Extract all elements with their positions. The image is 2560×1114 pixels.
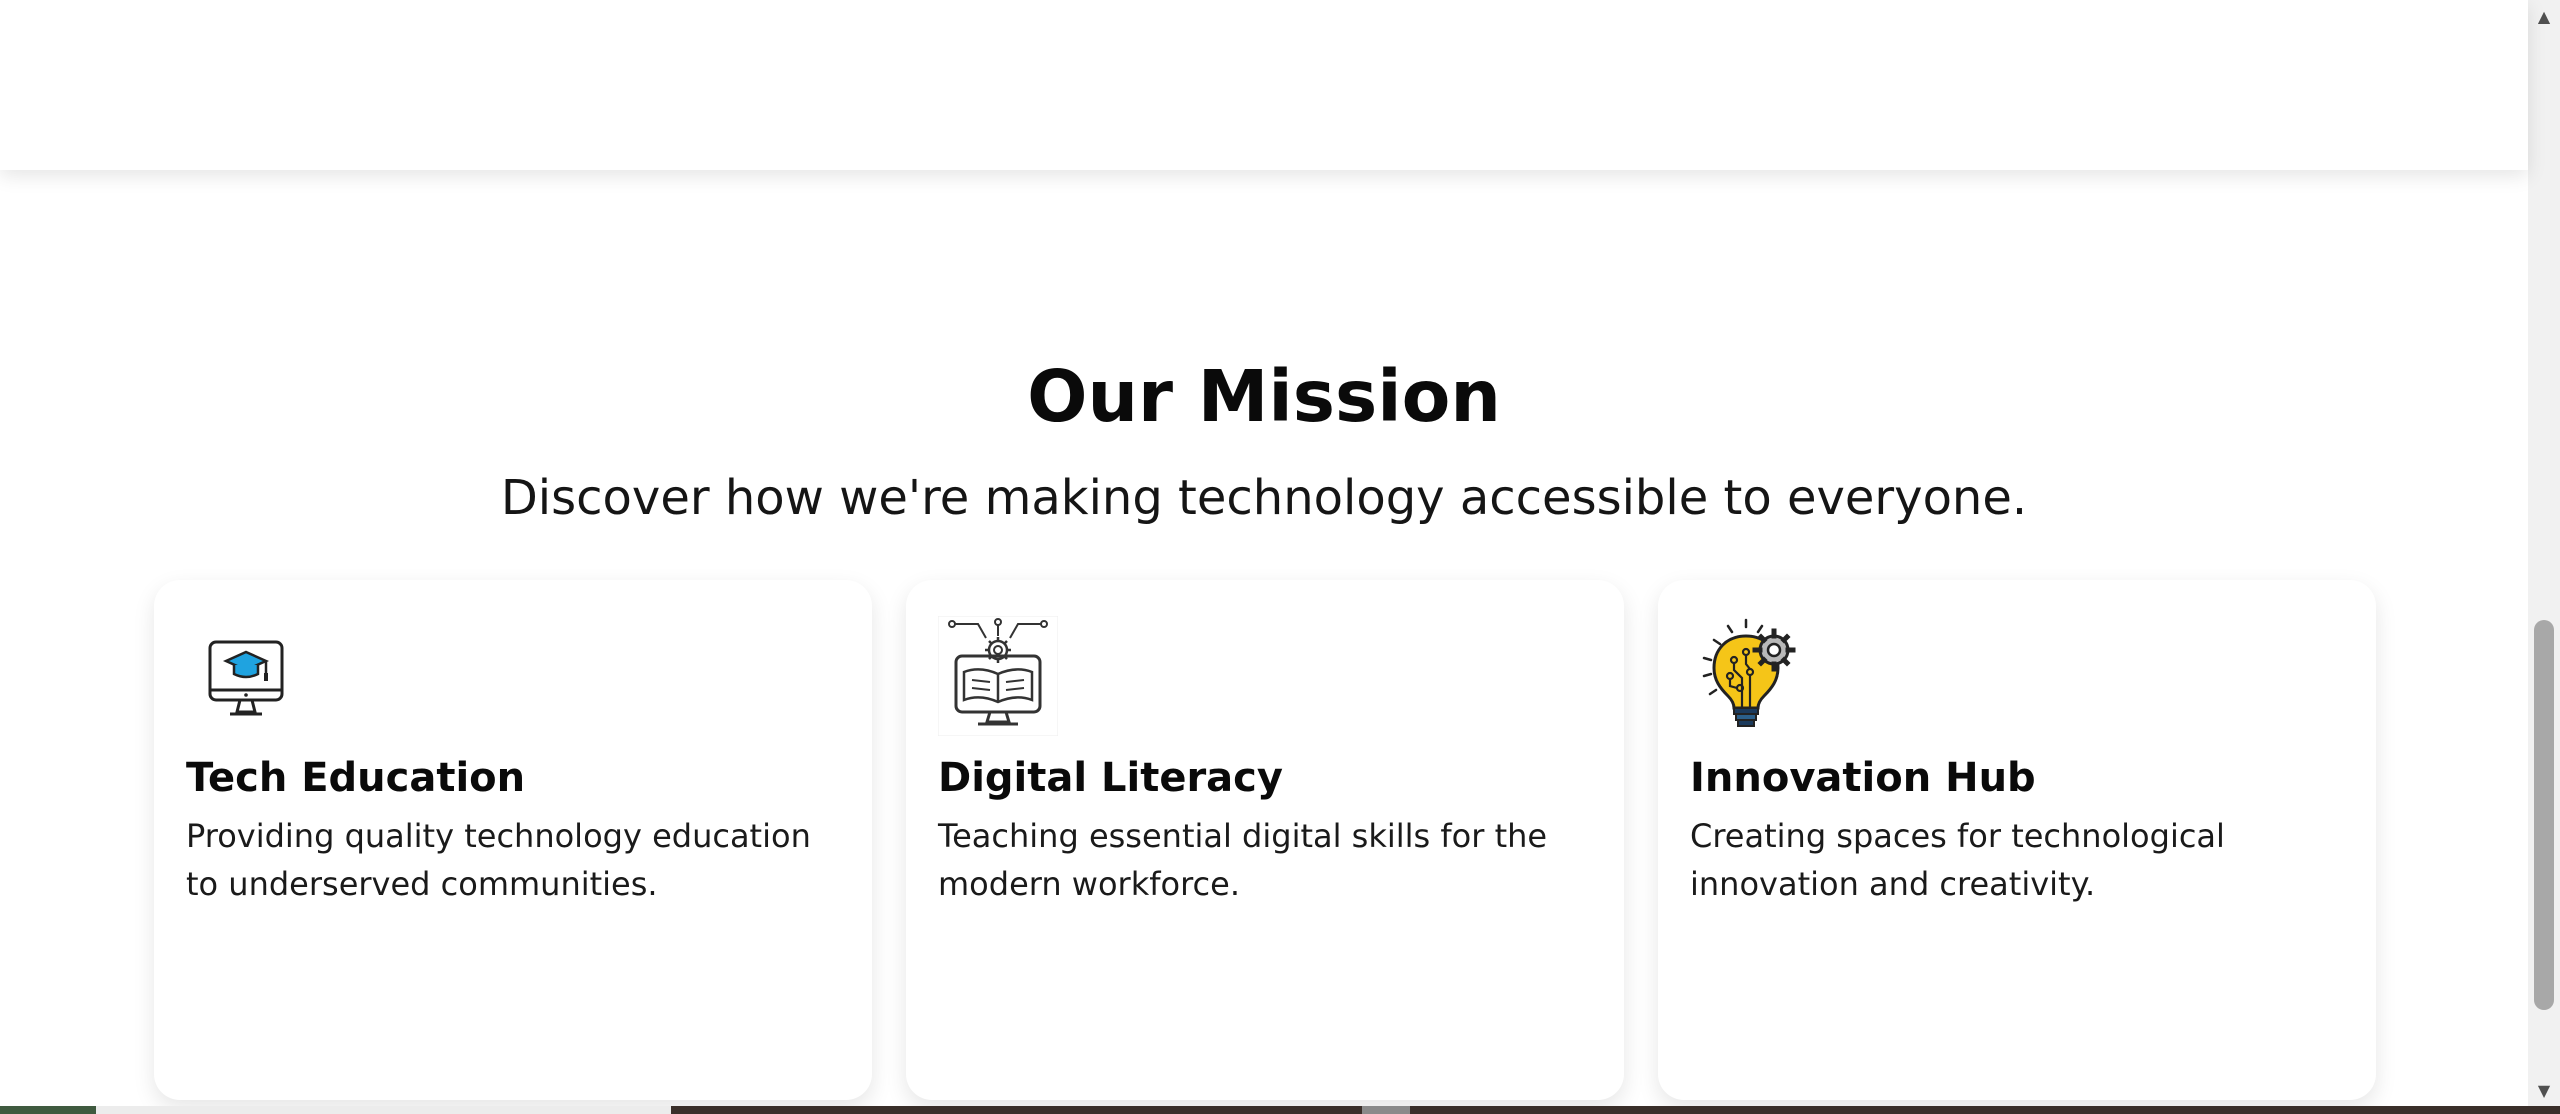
taskbar-segment: [1362, 1106, 1410, 1114]
vertical-scrollbar[interactable]: ▲ ▼: [2528, 0, 2560, 1106]
scrollbar-thumb[interactable]: [2534, 620, 2554, 1010]
card-digital-literacy: Digital Literacy Teaching essential digi…: [906, 580, 1624, 1100]
mission-subtitle: Discover how we're making technology acc…: [500, 470, 2028, 526]
site-header: [0, 0, 2528, 170]
taskbar-segment: [96, 1106, 671, 1114]
card-description: Providing quality technology education t…: [186, 817, 811, 903]
card-title: Innovation Hub: [1690, 755, 2036, 801]
mission-section: Our Mission Discover how we're making te…: [0, 170, 2528, 1106]
card-description: Creating spaces for technological innova…: [1690, 817, 2225, 903]
mission-cards: Tech Education Providing quality technol…: [154, 580, 2376, 1100]
card-title: Tech Education: [186, 755, 526, 801]
taskbar-strip: [0, 1106, 2560, 1114]
card-tech-education: Tech Education Providing quality technol…: [154, 580, 872, 1100]
lightbulb-gear-icon: [1690, 616, 1810, 736]
monitor-graduation-cap-icon: [186, 616, 306, 736]
card-title: Digital Literacy: [938, 755, 1283, 801]
scroll-up-arrow-icon[interactable]: ▲: [2528, 0, 2560, 32]
digital-book-monitor-icon: [937, 615, 1059, 737]
scroll-down-arrow-icon[interactable]: ▼: [2528, 1074, 2560, 1106]
card-description: Teaching essential digital skills for th…: [938, 817, 1548, 903]
card-innovation-hub: Innovation Hub Creating spaces for techn…: [1658, 580, 2376, 1100]
taskbar-segment: [0, 1106, 96, 1114]
page-viewport: Our Mission Discover how we're making te…: [0, 0, 2560, 1114]
mission-title: Our Mission: [1027, 355, 1501, 438]
